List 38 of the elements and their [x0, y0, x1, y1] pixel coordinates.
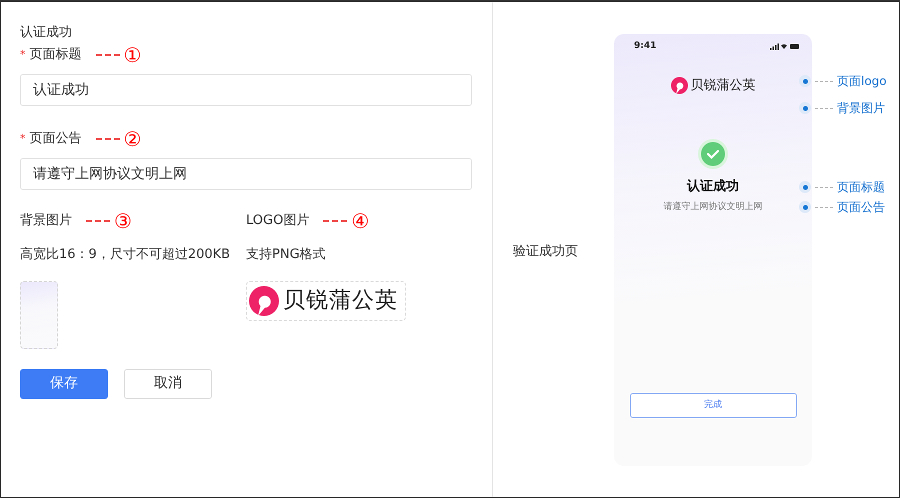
field-label: 页面标题 [30, 46, 82, 64]
preview-caption: 验证成功页 [513, 243, 578, 261]
upload-label: 背景图片 [20, 212, 72, 230]
done-button[interactable]: 完成 [630, 393, 796, 418]
logo-text: 贝锐蒲公英 [690, 76, 756, 94]
cancel-button[interactable]: 取消 [124, 368, 212, 398]
logo-icon [670, 76, 688, 94]
logo-text: 贝锐蒲公英 [283, 287, 398, 315]
leader-line [86, 220, 110, 222]
preview-title: 认证成功 [687, 178, 739, 196]
logo-icon [249, 286, 279, 316]
number-marker: ② [124, 129, 142, 149]
text-field[interactable]: 认证成功 [20, 74, 472, 106]
leader-line [96, 138, 120, 140]
upload-label: LOGO图片 [246, 212, 310, 230]
success-check-icon [698, 139, 728, 169]
callout-label: 页面logo [837, 73, 887, 90]
leader-line [323, 220, 348, 222]
number-marker: ① [124, 45, 142, 65]
status-icons [770, 43, 800, 50]
field-label: 页面公告 [30, 130, 82, 148]
upload-hint: 支持PNG格式 [246, 246, 327, 264]
preview-notice: 请遵守上网协议文明上网 [664, 200, 762, 214]
text-field[interactable]: 请遵守上网协议文明上网 [20, 158, 472, 190]
background-thumbnail[interactable] [20, 280, 58, 348]
number-marker: ③ [114, 211, 132, 231]
number-marker: ④ [351, 211, 370, 231]
required-mark: * [20, 130, 26, 147]
leader-line [96, 54, 120, 56]
save-button[interactable]: 保存 [20, 368, 108, 398]
status-time: 9:41 [634, 40, 656, 53]
section-title: 认证成功 [20, 24, 73, 42]
logo-thumbnail[interactable]: 贝锐蒲公英 [246, 280, 406, 320]
required-mark: * [20, 46, 26, 63]
callout-label: 页面标题 [837, 179, 885, 196]
callout-label: 背景图片 [837, 100, 885, 117]
callout-label: 页面公告 [837, 199, 885, 216]
upload-hint: 高宽比16：9，尺寸不可超过200KB [20, 246, 232, 264]
